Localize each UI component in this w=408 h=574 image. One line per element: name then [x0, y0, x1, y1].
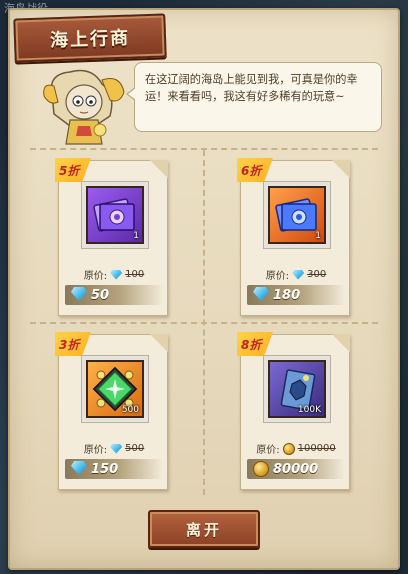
blue-card-icon: 100K: [268, 360, 326, 418]
card-corner-fold: [150, 334, 168, 352]
sale-price: 180: [273, 287, 301, 303]
purple-ticket-icon: 1: [86, 186, 144, 244]
buy-price-button[interactable]: 180: [247, 285, 345, 305]
grid-divider-horizontal: [30, 322, 378, 324]
title-plate: 海上行商: [13, 13, 167, 63]
page-title: 海上行商: [49, 27, 131, 52]
sale-price: 150: [91, 461, 119, 477]
buy-price-button[interactable]: 150: [65, 459, 163, 479]
item-icon-frame: 1: [81, 181, 149, 249]
buy-price-button[interactable]: 50: [65, 285, 163, 305]
diamond-icon: [71, 287, 87, 301]
shop-item-card[interactable]: 3折 500 原价: 500 150: [55, 332, 168, 490]
card-corner-fold: [332, 160, 350, 178]
original-price-label: 原价:: [265, 271, 290, 282]
original-price-label: 原价:: [83, 445, 108, 456]
diamond-icon: [110, 443, 123, 454]
discount-tag: 6折: [237, 158, 273, 182]
original-price-value: 300: [307, 269, 327, 280]
npc-speech-bubble: 在这辽阔的海岛上能见到我，可真是你的幸运！来看看吗，我这有好多稀有的玩意~: [126, 62, 382, 132]
original-price: 原价: 100: [65, 267, 163, 282]
orange-ticket-icon: 1: [268, 186, 326, 244]
card-corner-fold: [332, 334, 350, 352]
item-quantity: 100K: [297, 405, 321, 415]
item-quantity: 1: [133, 231, 139, 241]
green-scroll-icon: 500: [86, 360, 144, 418]
diamond-icon: [292, 269, 305, 280]
leave-button[interactable]: 离开: [148, 510, 260, 548]
sale-price: 80000: [273, 461, 319, 477]
diamond-icon: [71, 461, 87, 475]
original-price-label: 原价:: [83, 271, 108, 282]
original-price: 原价: 500: [65, 441, 163, 456]
item-quantity: 500: [121, 405, 139, 415]
gold-coin-icon: [253, 461, 269, 477]
diamond-icon: [253, 287, 269, 301]
original-price-value: 100: [125, 269, 145, 280]
original-price-label: 原价:: [256, 445, 280, 456]
card-corner-fold: [150, 160, 168, 178]
gold-coin-icon: [282, 442, 295, 455]
shop-item-card[interactable]: 6折 1 原价: 300 180: [237, 158, 350, 316]
original-price-value: 500: [125, 443, 145, 454]
shop-item-card[interactable]: 8折 100K 原价: 100000 80000: [237, 332, 350, 490]
diamond-icon: [110, 269, 123, 280]
item-icon-frame: 100K: [263, 355, 331, 423]
item-icon-frame: 500: [81, 355, 149, 423]
item-icon-frame: 1: [263, 181, 331, 249]
discount-tag: 3折: [55, 332, 91, 356]
merchant-npc-portrait: [40, 64, 132, 154]
discount-tag: 8折: [237, 332, 273, 356]
buy-price-button[interactable]: 80000: [247, 459, 345, 479]
original-price: 原价: 300: [247, 267, 345, 282]
sale-price: 50: [91, 287, 110, 303]
item-quantity: 1: [315, 231, 321, 241]
discount-tag: 5折: [55, 158, 91, 182]
original-price: 原价: 100000: [247, 441, 345, 456]
npc-dialogue-text: 在这辽阔的海岛上能见到我，可真是你的幸运！来看看吗，我这有好多稀有的玩意~: [145, 73, 358, 103]
shop-item-card[interactable]: 5折 1 原价: 100 50: [55, 158, 168, 316]
original-price-value: 100000: [297, 443, 336, 454]
